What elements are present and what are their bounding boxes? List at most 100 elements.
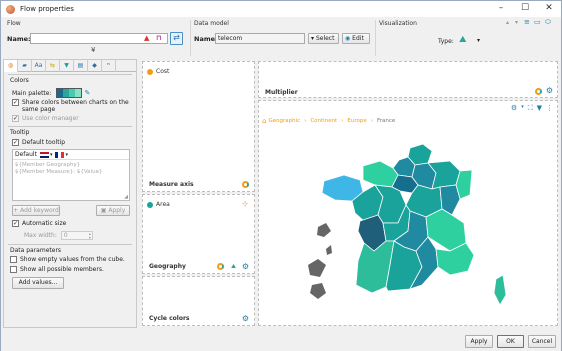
filter-icon[interactable]: ⊓	[156, 34, 162, 42]
flag-dropdown-icon[interactable]: ▾	[65, 152, 68, 158]
overseas-territory[interactable]	[310, 283, 326, 299]
apply-button[interactable]: Apply	[465, 335, 493, 348]
geography-settings-icon[interactable]: ⚙	[242, 262, 249, 271]
edit-label: Edit	[352, 35, 364, 42]
tab-other[interactable]: ⁿ	[102, 60, 116, 72]
add-keyword-button[interactable]: + Add keyword	[12, 205, 60, 216]
france-map[interactable]	[260, 125, 556, 325]
geography-zone[interactable]: Area ⊹ Geography ⛰ ⚙	[142, 194, 255, 274]
select-model-button[interactable]: ▾ Select	[308, 33, 339, 44]
multiplier-zone[interactable]: Multiplier ⚙	[258, 61, 558, 98]
geography-type-icon[interactable]: ⛰	[231, 263, 236, 271]
type-dropdown-arrow-icon[interactable]: ▾	[477, 37, 480, 44]
default-tooltip-label: Default tooltip	[22, 139, 66, 146]
monitor-icon[interactable]: ▭	[534, 18, 541, 26]
tab-text[interactable]: Aa	[32, 60, 46, 72]
multiplier-colors-icon[interactable]	[535, 88, 542, 95]
multiplier-label: Multiplier	[265, 89, 298, 96]
edit-model-button[interactable]: ◉ Edit	[342, 33, 370, 44]
toggle-icon[interactable]: ⬭	[545, 18, 551, 27]
cancel-button[interactable]: Cancel	[528, 335, 556, 348]
tab-filter[interactable]: ▼	[60, 60, 74, 72]
geography-colors-icon[interactable]	[217, 263, 224, 270]
resize-grip-icon[interactable]: ◢	[124, 194, 128, 200]
tooltip-group: Tooltip Default tooltip Default ▾ ▾ ${Me…	[8, 126, 132, 216]
area-label: Area	[156, 201, 170, 208]
swap-button[interactable]: ⇄	[170, 32, 183, 45]
cycle-colors-settings-icon[interactable]: ⚙	[242, 314, 249, 323]
use-color-manager-checkbox[interactable]	[12, 115, 19, 122]
stepper-icon[interactable]: ▴ ▾	[89, 232, 91, 240]
maximize-button[interactable]: ☐	[513, 1, 537, 17]
sort-down-icon[interactable]: ▾	[515, 19, 518, 26]
map-settings-icon[interactable]: ⚙	[511, 104, 517, 113]
tab-link[interactable]: ⇆	[46, 60, 60, 72]
show-empty-label: Show empty values from the cube.	[20, 256, 125, 263]
close-button[interactable]: ✕	[537, 1, 561, 17]
default-tooltip-row[interactable]: Default tooltip	[12, 139, 65, 146]
overseas-territory[interactable]	[326, 245, 332, 255]
map-preview-zone[interactable]: ⚙ ▾ ⛶ ▼ ⋮ ⌂ Geographic › Continent › Eur…	[258, 100, 558, 326]
measure-options-icon[interactable]	[242, 181, 249, 188]
palette-swatch[interactable]	[55, 88, 82, 98]
breadcrumb-continent[interactable]: Continent	[310, 118, 337, 124]
tooltip-editor[interactable]: Default ▾ ▾ ${Member Geography} ${Member…	[12, 149, 130, 201]
tooltip-group-title: Tooltip	[10, 129, 30, 136]
sort-up-icon[interactable]: ▴	[506, 19, 509, 26]
plus-icon: +	[13, 207, 19, 214]
area-field[interactable]: Area	[147, 201, 170, 208]
model-name-input[interactable]: telecom	[215, 33, 305, 44]
data-model-section-title: Data model	[194, 20, 229, 27]
align-icon[interactable]: ≡	[524, 18, 530, 26]
overseas-territory[interactable]	[317, 223, 331, 237]
overseas-territory[interactable]	[308, 259, 326, 277]
uk-flag-icon[interactable]	[39, 151, 49, 158]
show-all-checkbox[interactable]	[10, 266, 17, 273]
flag-dropdown-icon[interactable]: ▾	[50, 152, 53, 158]
automatic-size-checkbox[interactable]	[12, 220, 19, 227]
fr-flag-icon[interactable]	[55, 151, 65, 158]
map-settings-dropdown-icon[interactable]: ▾	[521, 104, 524, 113]
left-properties-panel: ◍ ▰ Aa ⇆ ▼ ▤ ◆ ⁿ Colors Main palette: ✎	[3, 59, 137, 328]
tooltip-lang-bar: Default ▾ ▾	[13, 150, 129, 160]
automatic-size-row[interactable]: Automatic size	[12, 220, 66, 227]
tooltip-template-text[interactable]: ${Member Geography} ${Member Measure}: $…	[13, 160, 129, 178]
flow-properties-window: Flow properties – ☐ ✕ Flow Name: ▲ ⊓ ⇄ ¥…	[0, 0, 562, 351]
tab-tooltip[interactable]: ▰	[18, 60, 32, 72]
map-region[interactable]	[362, 160, 399, 188]
apply-tooltip-label: Apply	[108, 207, 126, 214]
expand-chevron-icon[interactable]: ¥	[91, 46, 95, 54]
use-color-manager-row[interactable]: Use color manager	[12, 115, 79, 122]
add-values-button[interactable]: Add values...	[12, 277, 64, 289]
more-options-icon[interactable]: ⋮	[546, 104, 553, 113]
breadcrumb-geographic[interactable]: Geographic	[268, 118, 300, 124]
tab-layout[interactable]: ▤	[74, 60, 88, 72]
cube-icon: ◉	[345, 35, 351, 42]
show-all-row[interactable]: Show all possible members.	[10, 266, 104, 273]
cycle-colors-zone[interactable]: Cycle colors ⚙	[142, 276, 255, 326]
share-colors-checkbox[interactable]	[12, 99, 19, 106]
visualization-section-title: Visualization	[379, 20, 417, 27]
breadcrumb-europe[interactable]: Europe	[347, 118, 366, 124]
fullscreen-icon[interactable]: ⛶	[528, 104, 533, 113]
default-tooltip-checkbox[interactable]	[12, 139, 19, 146]
breadcrumb-separator: ›	[304, 118, 307, 124]
cost-field[interactable]: Cost	[147, 68, 169, 75]
hierarchy-icon[interactable]: ⊹	[242, 200, 248, 208]
map-type-icon[interactable]: ⛰	[459, 35, 467, 45]
measure-axis-zone[interactable]: Cost Measure axis	[142, 61, 255, 192]
tab-tag[interactable]: ◆	[88, 60, 102, 72]
tab-colors[interactable]: ◍	[4, 60, 18, 72]
map-region-corsica[interactable]	[493, 274, 507, 306]
apply-tooltip-button[interactable]: ▣ Apply	[96, 205, 130, 216]
show-empty-row[interactable]: Show empty values from the cube.	[10, 256, 125, 263]
ok-button[interactable]: OK	[497, 335, 524, 348]
share-colors-row[interactable]: Share colors between charts on the same …	[12, 99, 130, 113]
multiplier-settings-icon[interactable]: ⚙	[546, 86, 553, 95]
minimize-button[interactable]: –	[489, 1, 513, 17]
palette-edit-icon[interactable]: ✎	[85, 89, 91, 97]
show-empty-checkbox[interactable]	[10, 256, 17, 263]
map-filter-icon[interactable]: ▼	[537, 104, 542, 113]
max-width-input[interactable]: 0 ▴ ▾	[60, 231, 93, 240]
home-icon[interactable]: ⌂	[262, 117, 266, 125]
